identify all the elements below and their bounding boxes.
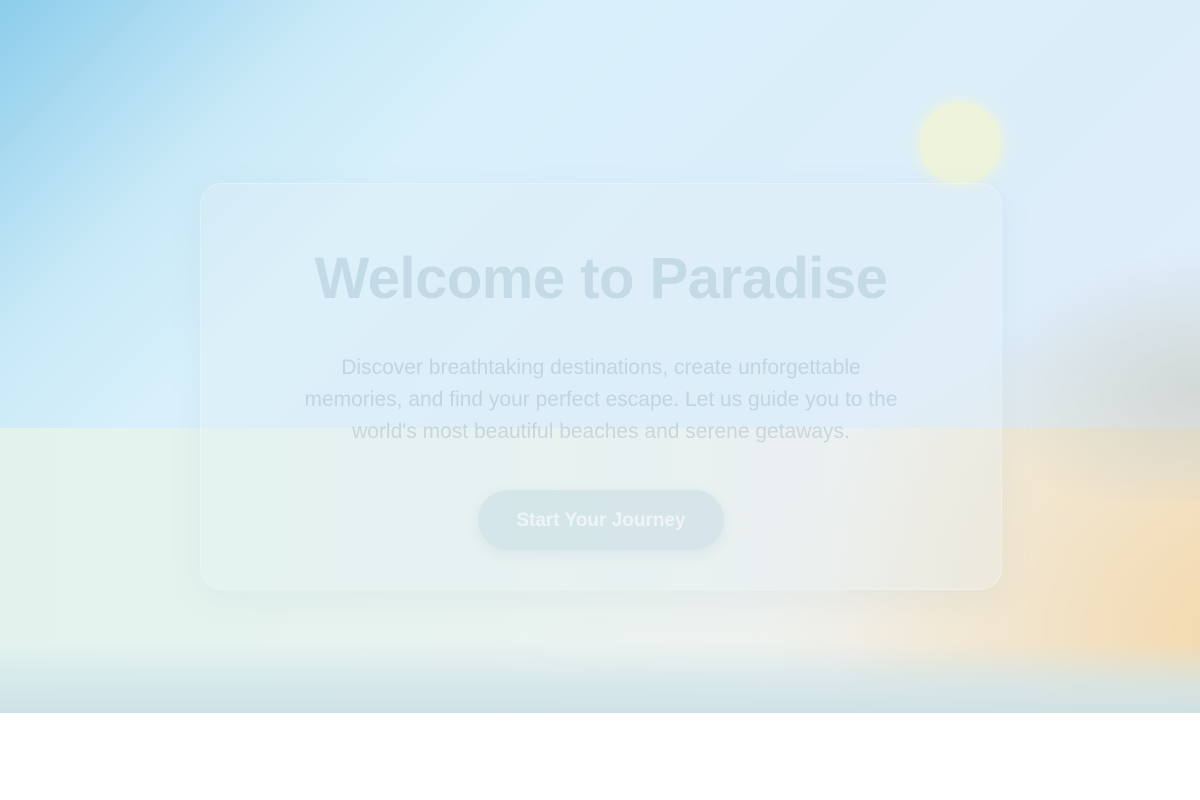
hero-section: Welcome to Paradise Discover breathtakin… bbox=[0, 0, 1200, 713]
hero-description: Discover breathtaking destinations, crea… bbox=[304, 356, 898, 443]
hero-water-shade bbox=[0, 643, 1200, 713]
hero-card: Welcome to Paradise Discover breathtakin… bbox=[200, 183, 1002, 590]
sun-icon bbox=[919, 102, 1001, 184]
hero-title: Welcome to Paradise bbox=[314, 246, 888, 311]
start-journey-button[interactable]: Start Your Journey bbox=[478, 490, 724, 550]
hero-corner-shade bbox=[980, 250, 1200, 500]
